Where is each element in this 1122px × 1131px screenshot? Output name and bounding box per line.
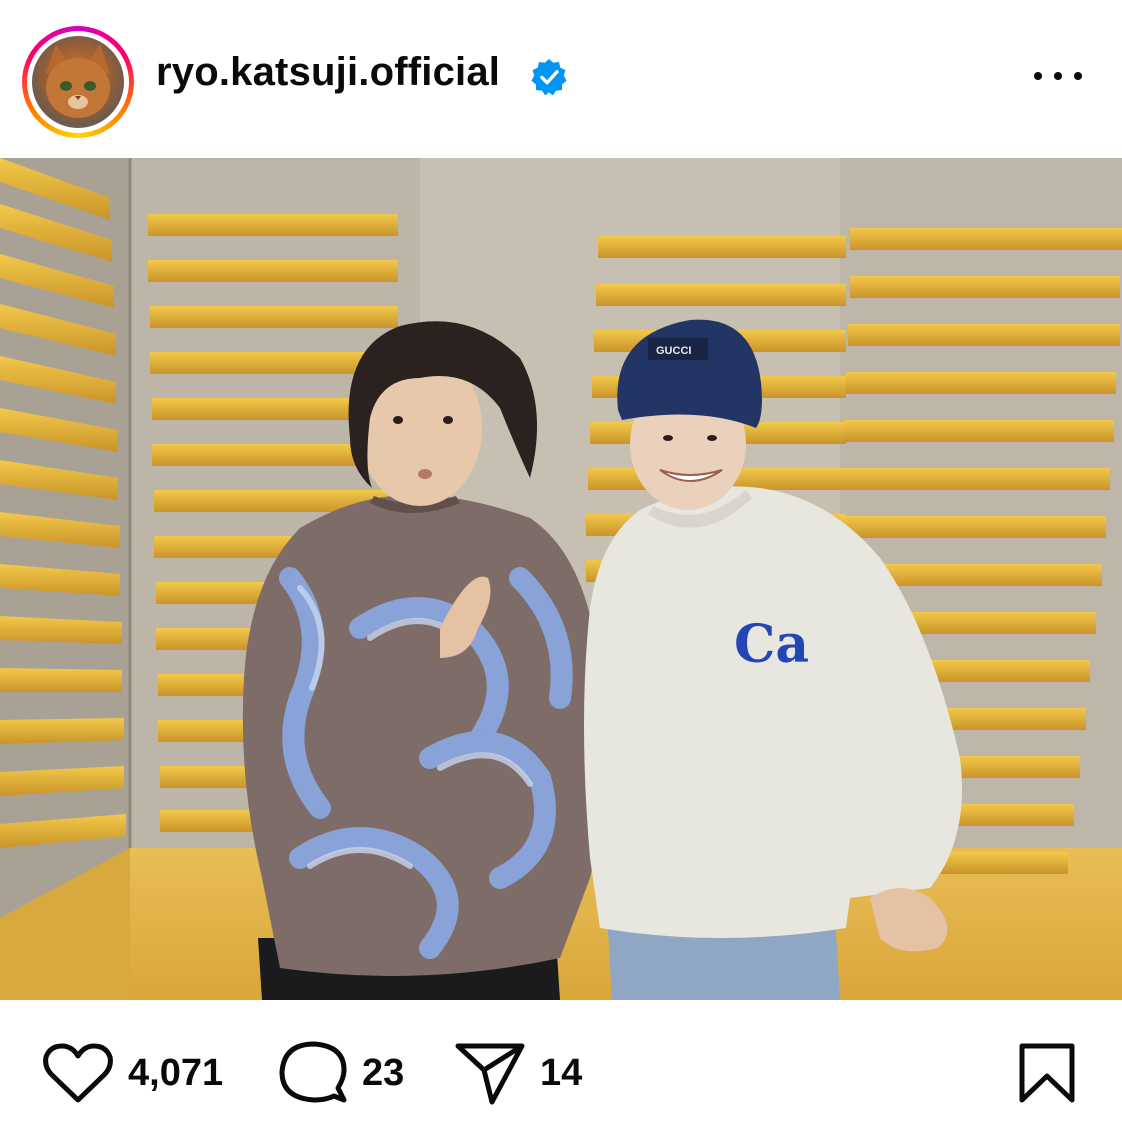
post-photo[interactable]: Ca GUCCI [0,158,1122,1000]
story-ring[interactable] [22,26,134,138]
post-header: ryo.katsuji.official [0,0,1122,156]
more-horizontal-icon [1034,72,1042,80]
send-icon [455,1043,525,1105]
save-button[interactable] [1016,1042,1078,1104]
beanie-brand-text: GUCCI [656,345,691,357]
more-options-button[interactable] [1030,56,1086,96]
comment-button[interactable]: 23 [278,1041,404,1104]
studio-photo: Ca GUCCI [0,158,1122,1000]
bookmark-icon [1019,1043,1075,1103]
like-count[interactable]: 4,071 [128,1052,223,1095]
cat-face-icon [46,44,110,118]
share-button[interactable]: 14 [454,1042,582,1105]
share-count[interactable]: 14 [540,1052,582,1095]
sweater-logo-text: Ca [734,614,809,675]
comment-icon [279,1041,347,1103]
heart-icon [43,1043,113,1103]
comment-count[interactable]: 23 [362,1052,404,1095]
username[interactable]: ryo.katsuji.official [156,50,500,95]
action-bar: 4,071 23 14 [0,1000,1122,1131]
cat-avatar[interactable] [32,36,124,128]
verified-badge-icon [531,58,567,96]
like-button[interactable]: 4,071 [42,1042,223,1104]
